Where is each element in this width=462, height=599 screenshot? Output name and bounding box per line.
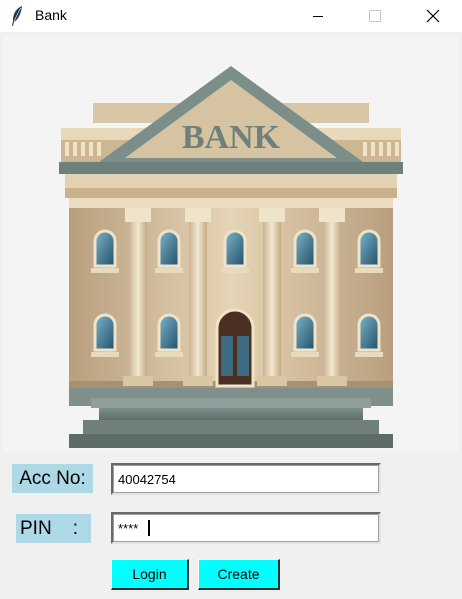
- bank-window: Bank BANK Acc No: 40042754 PIN: **** Lo…: [0, 0, 462, 599]
- bank-building-image: BANK: [3, 36, 459, 452]
- pin-field[interactable]: [111, 512, 381, 544]
- bank-sign-text: BANK: [182, 119, 281, 156]
- maximize-button[interactable]: [352, 0, 398, 32]
- text-cursor: [148, 520, 150, 536]
- account-number-input[interactable]: [116, 468, 378, 490]
- minimize-icon: [313, 16, 323, 17]
- maximize-icon: [369, 10, 381, 22]
- window-title: Bank: [35, 7, 67, 23]
- pin-input[interactable]: [116, 517, 378, 539]
- account-number-label: Acc No:: [12, 464, 93, 493]
- minimize-button[interactable]: [295, 0, 341, 32]
- close-icon: [426, 9, 440, 23]
- close-button[interactable]: [410, 0, 456, 32]
- login-button[interactable]: Login: [111, 559, 189, 590]
- feather-icon: [12, 6, 22, 26]
- create-button[interactable]: Create: [198, 559, 280, 590]
- account-number-field[interactable]: [111, 463, 381, 495]
- title-bar[interactable]: Bank: [0, 0, 462, 32]
- pin-label: PIN :: [16, 514, 91, 543]
